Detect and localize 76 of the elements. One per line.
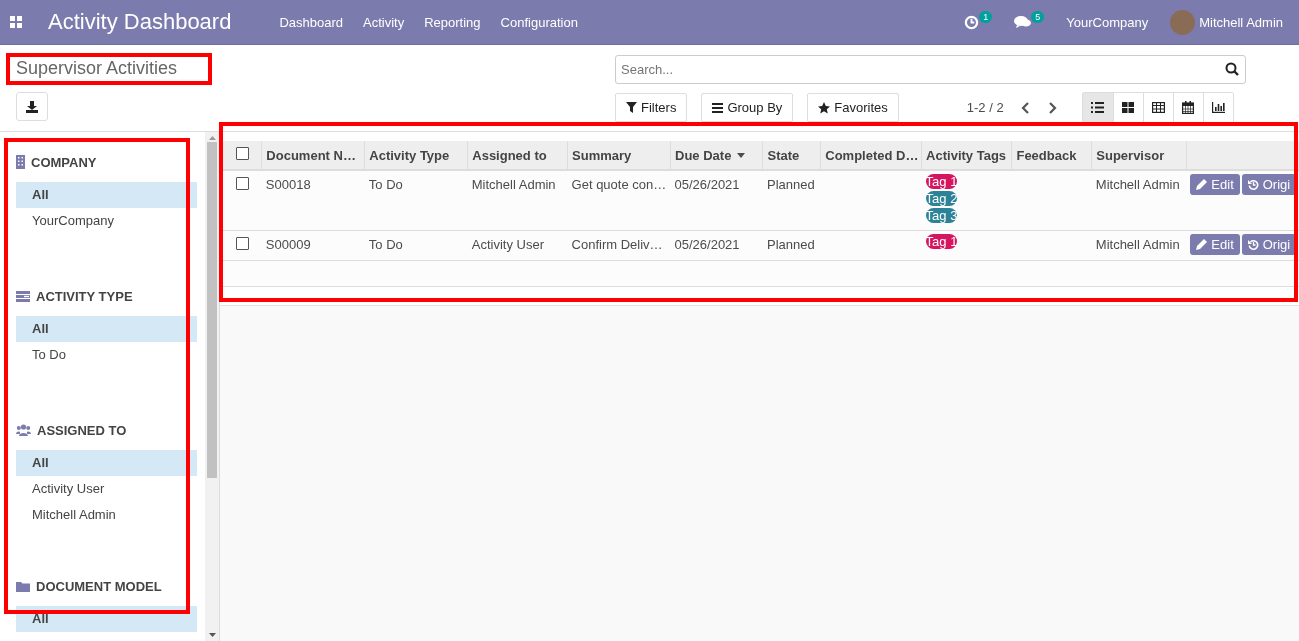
calendar-icon [1182,101,1195,114]
tag-pill: Tag 2 [925,191,958,206]
table-cell: S00018 [265,177,311,192]
scrollbar[interactable] [205,132,220,641]
menu-item[interactable]: Reporting [424,14,481,30]
breadcrumb-title: Supervisor Activities [16,58,178,79]
apps-menu-icon[interactable] [10,16,22,28]
select-all-checkbox[interactable] [235,147,249,160]
chat-icon [1014,15,1032,29]
row-checkbox[interactable] [235,177,249,190]
menu-icon [712,102,724,113]
clock-icon [964,14,980,30]
grid-icon [1122,102,1135,113]
filter-item[interactable]: All [16,182,197,208]
table-cell: Mitchell Admin [1095,177,1180,192]
origin-button[interactable]: Origi [1241,234,1297,255]
filter-item[interactable]: To Do [16,342,197,368]
table-cell: Activity User [471,237,544,252]
search-field[interactable]: Search... [615,55,1246,84]
table-cell: Planned [766,237,815,252]
table-cell: Mitchell Admin [471,177,556,192]
section-heading: ASSIGNED TO [37,422,127,438]
star-icon [818,101,831,114]
stacked-bars-icon [16,290,30,302]
filter-icon [626,102,637,113]
table-cell: S00009 [265,237,311,252]
message-count-badge: 5 [1031,11,1045,23]
menu-item[interactable]: Configuration [500,14,578,30]
table-icon [1151,102,1165,113]
group-by-button[interactable]: Group By [701,93,794,122]
scroll-down-icon[interactable] [208,633,216,637]
bar-chart-icon [1211,102,1225,113]
filter-item[interactable]: All [16,316,197,342]
tag-pill: Tag 3 [925,208,958,223]
menu-item[interactable]: Dashboard [279,14,344,30]
table-cell: 05/26/2021 [674,177,740,192]
filter-item[interactable]: Mitchell Admin [16,502,197,528]
edit-button[interactable]: Edit [1190,174,1240,195]
row-checkbox[interactable] [235,237,249,250]
menu-item[interactable]: Activity [363,14,405,30]
section-heading: COMPANY [31,154,97,170]
user-menu[interactable]: Mitchell Admin [1199,14,1283,30]
download-icon [26,100,38,113]
activity-count-badge: 1 [979,11,993,23]
search-icon [1225,62,1239,76]
edit-button[interactable]: Edit [1190,234,1240,255]
table-cell: Mitchell Admin [1095,237,1180,252]
sort-caret-icon [737,152,746,158]
app-title: Activity Dashboard [48,9,232,35]
section-heading: DOCUMENT MODEL [36,578,162,594]
filter-item[interactable]: All [16,450,197,476]
table-cell: 05/26/2021 [674,237,740,252]
table-cell: Get quote con… [571,177,667,192]
folder-icon [16,580,30,592]
pencil-icon [1196,179,1208,190]
pager-value: 1-2 / 2 [966,100,1004,115]
graph-view-button[interactable] [1202,93,1233,122]
filter-item[interactable]: YourCompany [16,208,197,234]
download-button[interactable] [16,92,48,121]
section-heading: ACTIVITY TYPE [36,288,133,304]
table-cell: To Do [368,237,403,252]
list-icon [1091,102,1105,113]
building-icon [16,155,25,169]
filters-button[interactable]: Filters [615,93,688,122]
history-icon [1247,179,1259,190]
company-switcher[interactable]: YourCompany [1066,14,1149,30]
table-cell: To Do [368,177,403,192]
pencil-icon [1196,239,1208,250]
list-view-button[interactable] [1082,93,1113,122]
favorites-button[interactable]: Favorites [807,93,899,122]
origin-button[interactable]: Origi [1241,174,1297,195]
table-cell: Confirm Deliv… [571,237,663,252]
table-cell: Planned [766,177,815,192]
users-icon [16,424,31,436]
history-icon [1247,239,1259,250]
filter-item[interactable]: Activity User [16,476,197,502]
